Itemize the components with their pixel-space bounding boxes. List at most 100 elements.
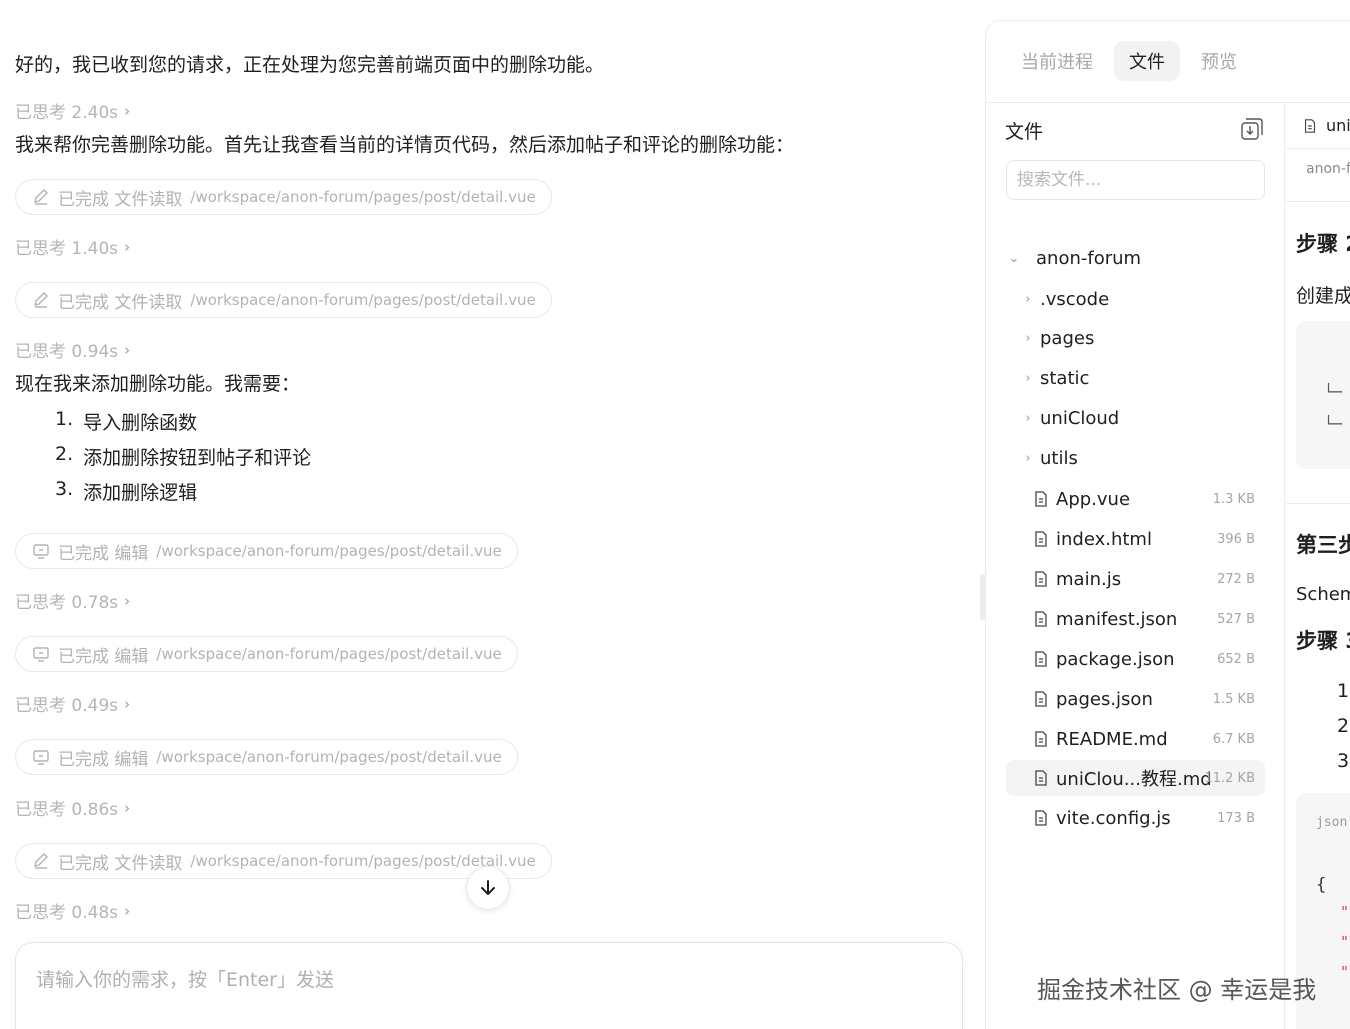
workspace-panel: 当前进程 文件 预览 文件 ⌄ anon-forum › .vscode › p… xyxy=(985,20,1350,1029)
tree-folder[interactable]: › utils xyxy=(1006,440,1265,476)
file-icon xyxy=(1304,118,1316,133)
tree-folder[interactable]: › .vscode xyxy=(1006,281,1265,317)
code-line: { xyxy=(1316,875,1327,895)
pencil-icon xyxy=(34,189,48,205)
tool-call-edit[interactable]: 已完成 编辑 /workspace/anon-forum/pages/post/… xyxy=(15,533,518,569)
code-lang: json xyxy=(1316,815,1348,830)
tree-label: uniClou...教程.md xyxy=(1056,769,1212,790)
tree-folder[interactable]: › uniCloud xyxy=(1006,400,1265,436)
chevron-right-icon: › xyxy=(1025,330,1031,346)
file-size: 527 B xyxy=(1217,611,1255,627)
chevron-right-icon: › xyxy=(1025,291,1031,307)
tool-call-read[interactable]: 已完成 文件读取 /workspace/anon-forum/pages/pos… xyxy=(15,282,552,318)
tree-label: uniCloud xyxy=(1040,407,1120,429)
file-size: 1.5 KB xyxy=(1212,691,1255,707)
tree-file[interactable]: index.html 396 B xyxy=(1006,521,1265,557)
divider xyxy=(1286,201,1350,202)
thinking-toggle[interactable]: 已思考 0.78s › xyxy=(15,588,130,614)
file-icon xyxy=(1035,810,1047,826)
file-size: 396 B xyxy=(1217,531,1255,547)
list-item: 2. 添加删除按钮到帖子和评论 xyxy=(55,443,311,478)
tool-call-read[interactable]: 已完成 文件读取 /workspace/anon-forum/pages/pos… xyxy=(15,179,552,215)
tree-file[interactable]: pages.json 1.5 KB xyxy=(1006,681,1265,717)
tool-call-edit[interactable]: 已完成 编辑 /workspace/anon-forum/pages/post/… xyxy=(15,636,518,672)
chevron-right-icon: › xyxy=(124,694,131,713)
preview-heading: 第三步 xyxy=(1296,533,1350,557)
thinking-toggle[interactable]: 已思考 1.40s › xyxy=(15,234,131,260)
preview-list-number: 1. xyxy=(1337,680,1350,702)
thinking-label: 已思考 0.48s xyxy=(15,903,119,923)
code-line: └─ xyxy=(1324,383,1343,401)
pencil-icon xyxy=(34,853,48,869)
tree-label: main.js xyxy=(1056,568,1122,590)
thinking-toggle[interactable]: 已思考 0.48s › xyxy=(15,898,131,924)
assistant-message: 我来帮你完善删除功能。首先让我查看当前的详情页代码，然后添加帖子和评论的删除功能… xyxy=(15,134,795,156)
tree-file[interactable]: App.vue 1.3 KB xyxy=(1006,481,1265,517)
preview-text: 创建成 xyxy=(1296,285,1350,307)
file-size: 6.7 KB xyxy=(1212,731,1255,747)
chat-input[interactable] xyxy=(36,969,936,991)
tree-label: static xyxy=(1040,367,1090,389)
pencil-icon xyxy=(34,292,48,308)
chevron-right-icon: › xyxy=(124,901,131,920)
chevron-right-icon: › xyxy=(1025,410,1031,426)
list-item: 3. 添加删除逻辑 xyxy=(55,478,311,513)
tree-file[interactable]: README.md 6.7 KB xyxy=(1006,721,1265,757)
code-line: " xyxy=(1340,963,1350,981)
list-text: 添加删除按钮到帖子和评论 xyxy=(83,447,312,469)
tab-preview[interactable]: 预览 xyxy=(1186,41,1252,81)
list-text: 导入删除函数 xyxy=(83,412,198,434)
file-size: 652 B xyxy=(1217,651,1255,667)
tree-folder[interactable]: › pages xyxy=(1006,320,1265,356)
list-text: 添加删除逻辑 xyxy=(83,482,198,504)
tab-current-process[interactable]: 当前进程 xyxy=(1006,41,1108,81)
tool-path: /workspace/anon-forum/pages/post/detail.… xyxy=(190,188,536,206)
chevron-right-icon: › xyxy=(124,101,131,120)
chevron-right-icon: › xyxy=(124,798,131,817)
watermark: 掘金技术社区 @ 幸运是我 xyxy=(1037,976,1317,1004)
code-line: └─ xyxy=(1324,415,1343,433)
tree-folder-root[interactable]: ⌄ anon-forum xyxy=(1006,240,1265,276)
tree-folder[interactable]: › static xyxy=(1006,360,1265,396)
tree-label: pages.json xyxy=(1056,688,1153,710)
tool-path: /workspace/anon-forum/pages/post/detail.… xyxy=(156,748,502,766)
file-size: 272 B xyxy=(1217,571,1255,587)
preview-list-number: 3. xyxy=(1337,750,1350,772)
scroll-to-bottom-button[interactable] xyxy=(466,866,510,910)
preview-heading: 步骤 2 xyxy=(1296,232,1350,256)
file-size: 173 B xyxy=(1217,810,1255,826)
thinking-toggle[interactable]: 已思考 0.86s › xyxy=(15,795,131,821)
preview-tab-label: uni xyxy=(1326,116,1350,135)
thinking-label: 已思考 0.49s xyxy=(15,696,119,716)
divider xyxy=(1286,503,1350,504)
tool-path: /workspace/anon-forum/pages/post/detail.… xyxy=(156,645,502,663)
tree-file[interactable]: main.js 272 B xyxy=(1006,561,1265,597)
tool-status: 已完成 文件读取 xyxy=(58,853,183,874)
tab-files[interactable]: 文件 xyxy=(1114,41,1180,81)
file-icon xyxy=(1035,611,1047,627)
panel-tabs: 当前进程 文件 预览 xyxy=(1006,41,1252,81)
preview-heading: 步骤 3 xyxy=(1296,629,1350,653)
list-item: 1. 导入删除函数 xyxy=(55,408,311,443)
chevron-right-icon: › xyxy=(1025,450,1031,466)
file-icon xyxy=(1035,491,1047,507)
tree-file-selected[interactable]: uniClou...教程.md 11.2 KB xyxy=(1006,760,1265,796)
file-search-input[interactable] xyxy=(1017,161,1247,199)
thinking-toggle[interactable]: 已思考 0.94s › xyxy=(15,337,130,363)
tool-path: /workspace/anon-forum/pages/post/detail.… xyxy=(156,542,502,560)
tree-file[interactable]: manifest.json 527 B xyxy=(1006,601,1265,637)
file-explorer-title: 文件 xyxy=(1005,121,1044,143)
preview-text: Schem xyxy=(1296,584,1350,605)
file-preview: uni anon-f 步骤 2 创建成 └─ └─ 第三步 Schem 步骤 3… xyxy=(1286,103,1350,1029)
list-number: 2. xyxy=(55,443,74,465)
chevron-right-icon: › xyxy=(1025,370,1031,386)
tree-file[interactable]: vite.config.js 173 B xyxy=(1006,800,1265,836)
tool-call-edit[interactable]: 已完成 编辑 /workspace/anon-forum/pages/post/… xyxy=(15,739,518,775)
preview-tab[interactable]: uni xyxy=(1286,103,1350,149)
download-icon[interactable] xyxy=(1239,116,1265,142)
chevron-right-icon: › xyxy=(124,237,131,256)
file-size: 1.3 KB xyxy=(1212,491,1255,507)
thinking-toggle[interactable]: 已思考 2.40s › xyxy=(15,98,131,124)
thinking-toggle[interactable]: 已思考 0.49s › xyxy=(15,691,131,717)
tree-file[interactable]: package.json 652 B xyxy=(1006,641,1265,677)
